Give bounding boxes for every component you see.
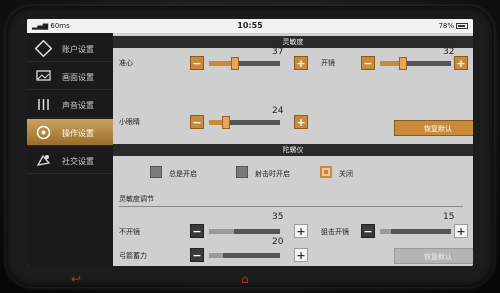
settings-panel: 灵敏度 准心 37 − + 开镜 32 − + 小眼睛 24 − + 恢复默认 … — [113, 33, 473, 266]
slider-label-sniper-scope: 狙击开镜 — [321, 228, 349, 236]
divider — [119, 206, 463, 207]
controls-icon — [36, 125, 51, 140]
slider-fill — [209, 229, 234, 234]
slider-fill — [380, 229, 391, 234]
slider-knob[interactable] — [222, 116, 231, 129]
sniper-scope-slider[interactable] — [380, 229, 451, 234]
slider-value-bow-charge: 20 — [272, 237, 284, 247]
no-scope-increase-button[interactable]: + — [294, 224, 308, 238]
sidebar-item-social[interactable]: 社交设置 — [27, 147, 113, 174]
gyro-option-label: 射击时开启 — [255, 170, 290, 178]
back-icon[interactable]: ↩ — [71, 272, 81, 286]
system-nav-bar: ↩ ⌂ — [27, 270, 473, 288]
scope-increase-button[interactable]: + — [454, 56, 468, 70]
social-icon — [36, 154, 51, 166]
gyro-option-label: 总是开启 — [169, 170, 197, 178]
slider-value-freelook: 24 — [272, 106, 284, 116]
crosshair-increase-button[interactable]: + — [294, 56, 308, 70]
scope-decrease-button[interactable]: − — [361, 56, 375, 70]
freelook-decrease-button[interactable]: − — [190, 115, 204, 129]
crosshair-slider[interactable] — [209, 57, 280, 70]
slider-label-crosshair: 准心 — [119, 59, 133, 67]
gyro-option-label: 关闭 — [339, 170, 353, 178]
sniper-scope-increase-button[interactable]: + — [454, 224, 468, 238]
sidebar-item-label: 社交设置 — [62, 157, 94, 166]
slider-label-bow-charge: 弓箭蓄力 — [119, 252, 147, 260]
no-scope-slider[interactable] — [209, 229, 280, 234]
slider-knob[interactable] — [231, 57, 240, 70]
sidebar-item-sound[interactable]: 声音设置 — [27, 91, 113, 118]
display-icon — [36, 70, 51, 81]
gyro-sensitivity-heading: 灵敏度调节 — [119, 195, 154, 203]
no-scope-decrease-button[interactable]: − — [190, 224, 204, 238]
sidebar-item-label: 画面设置 — [62, 73, 94, 82]
gyro-always-on-checkbox[interactable] — [150, 166, 162, 178]
slider-fill — [209, 253, 224, 258]
battery-icon — [456, 23, 468, 29]
slider-label-freelook: 小眼睛 — [119, 118, 140, 126]
home-icon[interactable]: ⌂ — [241, 272, 249, 286]
freelook-slider[interactable] — [209, 116, 280, 129]
slider-label-no-scope: 不开镜 — [119, 228, 140, 236]
battery-text: 78% — [438, 22, 454, 30]
sensitivity-reset-button[interactable]: 恢复默认 — [394, 120, 473, 136]
gyro-on-fire-checkbox[interactable] — [236, 166, 248, 178]
slider-value-sniper-scope: 15 — [443, 212, 455, 222]
device-frame: ▂▄▆ 60ms 10:55 78% 账户设置 画面设置 声音设置 操作设置 社… — [0, 0, 500, 293]
scope-slider[interactable] — [380, 57, 451, 70]
sidebar-item-label: 声音设置 — [62, 101, 94, 110]
sound-icon — [38, 99, 49, 110]
clock: 10:55 — [237, 21, 263, 30]
slider-value-scope: 32 — [443, 47, 455, 57]
status-bar: ▂▄▆ 60ms 10:55 78% — [27, 19, 473, 33]
battery-indicator: 78% — [438, 22, 468, 30]
sidebar-item-display[interactable]: 画面设置 — [27, 63, 113, 90]
slider-value-crosshair: 37 — [272, 47, 284, 57]
gyro-off-checkbox[interactable] — [320, 166, 332, 178]
slider-label-scope: 开镜 — [321, 59, 335, 67]
account-icon — [35, 40, 52, 57]
freelook-increase-button[interactable]: + — [294, 115, 308, 129]
sidebar-item-controls[interactable]: 操作设置 — [27, 119, 113, 146]
sidebar-item-account[interactable]: 账户设置 — [27, 35, 113, 62]
section-title-sensitivity: 灵敏度 — [113, 36, 473, 48]
bow-charge-decrease-button[interactable]: − — [190, 248, 204, 262]
bow-charge-increase-button[interactable]: + — [294, 248, 308, 262]
section-title-gyro: 陀螺仪 — [113, 144, 473, 156]
sniper-scope-decrease-button[interactable]: − — [361, 224, 375, 238]
screen: ▂▄▆ 60ms 10:55 78% 账户设置 画面设置 声音设置 操作设置 社… — [27, 19, 473, 266]
slider-value-no-scope: 35 — [272, 212, 284, 222]
bow-charge-slider[interactable] — [209, 253, 280, 258]
gyro-reset-button[interactable]: 恢复默认 — [394, 248, 473, 264]
slider-knob[interactable] — [398, 57, 407, 70]
crosshair-decrease-button[interactable]: − — [190, 56, 204, 70]
sidebar-item-label: 账户设置 — [62, 45, 94, 54]
sidebar-item-label: 操作设置 — [62, 129, 94, 138]
sidebar: 账户设置 画面设置 声音设置 操作设置 社交设置 — [27, 33, 113, 266]
